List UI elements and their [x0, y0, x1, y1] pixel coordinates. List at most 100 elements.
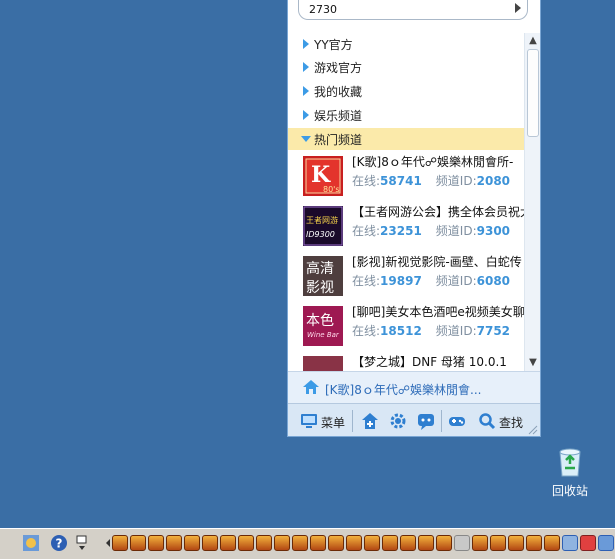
channel-list-scrollbar[interactable]: ▲ ▼ [524, 33, 540, 371]
recycle-bin[interactable]: 回收站 [545, 440, 595, 500]
channel-title: 【王者网游公会】携全体会员祝大 [352, 205, 524, 219]
tray-app-icon[interactable] [418, 535, 434, 551]
expand-arrow-icon [303, 110, 309, 120]
tray-app-icon[interactable] [526, 535, 542, 551]
expand-arrow-icon [303, 86, 309, 96]
category-game-official[interactable]: 游戏官方 [288, 56, 524, 78]
online-count: 19897 [380, 274, 422, 288]
channel-item[interactable]: 本色 Wine Bar [聊吧]美女本色酒吧e视频美女聊 在线:18512 频道I… [288, 300, 524, 350]
channel-id-label: 频道ID: [435, 174, 477, 188]
channel-thumbnail: 王者网游 ID9300 [303, 206, 343, 246]
channel-id: 2080 [476, 174, 511, 188]
resize-grip-icon[interactable] [528, 425, 538, 435]
search-icon[interactable] [478, 412, 496, 430]
recycle-bin-label: 回收站 [551, 484, 588, 498]
menu-button[interactable]: 菜单 [321, 414, 345, 431]
find-button[interactable]: 查找 [499, 414, 523, 431]
category-yy-official[interactable]: YY官方 [288, 33, 524, 55]
tray-app-icon[interactable] [112, 535, 128, 551]
category-label: 游戏官方 [314, 61, 363, 75]
online-count: 58741 [380, 174, 422, 188]
channel-search-input[interactable]: 2730 [298, 0, 528, 20]
tray-app-icon[interactable] [130, 535, 146, 551]
online-label: 在线: [352, 324, 381, 338]
channel-id: 6080 [476, 274, 511, 288]
recycle-bin-icon [559, 448, 581, 477]
yy-channel-panel: 2730 YY官方 游戏官方 我的收藏 娱乐频道 热门频道 K 80's [K歌… [287, 0, 541, 437]
tray-status-icon[interactable] [580, 535, 596, 551]
tray-app-icon[interactable] [508, 535, 524, 551]
thumb-sub: 影视 [306, 280, 334, 296]
channel-item[interactable]: 王者网游 ID9300 【王者网游公会】携全体会员祝大 在线:23251 频道ID… [288, 200, 524, 250]
app-launcher-icon[interactable] [22, 534, 40, 552]
network-icon[interactable] [562, 535, 578, 551]
tray-app-icon[interactable] [490, 535, 506, 551]
recent-channel-text: [K歌]8ｏ年代☍娛樂林閒會... [325, 383, 482, 397]
channel-id: 9300 [476, 224, 511, 238]
channel-item[interactable]: 高清 影视 [影视]新视觉影院-画壁、白蛇传 在线:19897 频道ID:6080 [288, 250, 524, 300]
settings-gear-icon[interactable] [389, 412, 407, 430]
expand-arrow-icon [303, 62, 309, 72]
channel-stats: 在线:58741 频道ID:2080 [352, 172, 524, 189]
tray-app-icon[interactable] [328, 535, 344, 551]
tray-app-icon[interactable] [364, 535, 380, 551]
tray-app-icon[interactable] [238, 535, 254, 551]
game-controller-icon[interactable] [448, 412, 466, 430]
channel-id-label: 频道ID: [435, 274, 477, 288]
tray-app-icon[interactable] [184, 535, 200, 551]
search-value: 2730 [309, 3, 337, 16]
channel-stats: 在线:23251 频道ID:9300 [352, 222, 524, 239]
scroll-down-icon[interactable]: ▼ [528, 358, 538, 368]
online-label: 在线: [352, 174, 381, 188]
category-hot-channels[interactable]: 热门频道 [288, 128, 524, 150]
channel-id-label: 频道ID: [435, 224, 477, 238]
category-favorites[interactable]: 我的收藏 [288, 80, 524, 102]
channel-title: [K歌]8ｏ年代☍娛樂林閒會所- [352, 155, 514, 169]
category-label: YY官方 [314, 38, 353, 52]
tray-app-icon[interactable] [292, 535, 308, 551]
channel-id-label: 频道ID: [435, 324, 477, 338]
toolbar-divider [352, 410, 353, 432]
add-channel-icon[interactable] [361, 412, 379, 430]
category-entertainment[interactable]: 娱乐频道 [288, 104, 524, 126]
recent-channel-bar[interactable]: [K歌]8ｏ年代☍娛樂林閒會... [288, 371, 540, 403]
channel-title: [影视]新视觉影院-画壁、白蛇传 [352, 255, 522, 269]
tray-app-icon[interactable] [274, 535, 290, 551]
collapse-arrow-icon [301, 136, 311, 142]
scroll-left-icon[interactable] [104, 534, 112, 552]
channel-thumbnail [303, 356, 343, 371]
scroll-up-icon[interactable]: ▲ [528, 36, 538, 46]
channel-item[interactable]: K 80's [K歌]8ｏ年代☍娛樂林閒會所- 在线:58741 频道ID:208… [288, 150, 524, 200]
tray-app-icon[interactable] [220, 535, 236, 551]
tray-app-icon[interactable] [400, 535, 416, 551]
tray-app-icon[interactable] [166, 535, 182, 551]
category-label: 热门频道 [314, 133, 363, 147]
tray-app-icon[interactable] [544, 535, 560, 551]
toolbar-divider [441, 410, 442, 432]
search-go-icon[interactable] [515, 3, 521, 13]
scroll-thumb[interactable] [527, 49, 539, 137]
tray-app-icon[interactable] [256, 535, 272, 551]
svg-text:?: ? [56, 537, 63, 551]
menu-icon[interactable] [300, 412, 318, 430]
online-count: 23251 [380, 224, 422, 238]
tray-app-icon[interactable] [346, 535, 362, 551]
tray-app-icon[interactable] [202, 535, 218, 551]
tray-app-icon[interactable] [472, 535, 488, 551]
channel-item[interactable]: 【梦之城】DNF 母猪 10.0.1 [288, 350, 524, 371]
channel-thumbnail: K 80's [303, 156, 343, 196]
channel-thumbnail: 本色 Wine Bar [303, 306, 343, 346]
tray-app-icon[interactable] [436, 535, 452, 551]
thumb-sub: ID9300 [306, 230, 335, 239]
help-icon[interactable]: ? [50, 534, 68, 552]
tray-app-icon[interactable] [310, 535, 326, 551]
window-switch-icon[interactable] [74, 534, 92, 552]
tray-app-icon[interactable] [382, 535, 398, 551]
tray-app-icon[interactable] [598, 535, 614, 551]
tray-app-icon[interactable] [454, 535, 470, 551]
chat-bubble-icon[interactable] [417, 412, 435, 430]
home-icon [303, 380, 319, 394]
category-label: 娱乐频道 [314, 109, 363, 123]
channel-list: YY官方 游戏官方 我的收藏 娱乐频道 热门频道 K 80's [K歌]8ｏ年代… [288, 33, 524, 371]
tray-app-icon[interactable] [148, 535, 164, 551]
